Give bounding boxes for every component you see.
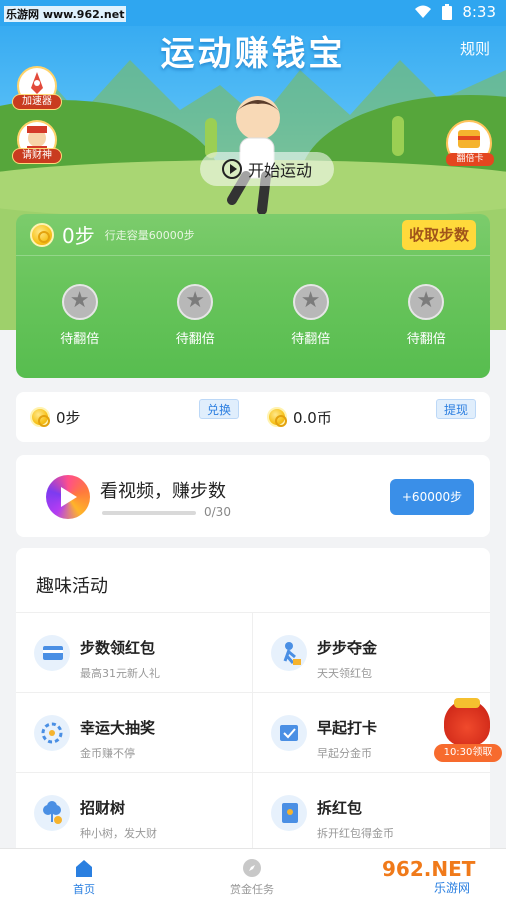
money-tree-icon bbox=[34, 795, 70, 831]
coin-icon bbox=[30, 222, 54, 247]
floating-red-packet[interactable]: 10:30领取 bbox=[434, 698, 502, 766]
tab-bounty-tasks[interactable]: 赏金任务 bbox=[168, 849, 336, 900]
activity-name: 步步夺金 bbox=[317, 639, 378, 657]
start-exercise-button[interactable]: 开始运动 bbox=[200, 152, 334, 186]
activity-sub: 种小树，发大财 bbox=[80, 827, 157, 840]
withdraw-button[interactable]: 提现 bbox=[435, 398, 476, 419]
bag-knot bbox=[454, 698, 480, 708]
app-title: 运动赚钱宝 bbox=[160, 34, 346, 74]
clock: 8:33 bbox=[462, 3, 496, 21]
activity-sub: 天天领红包 bbox=[317, 667, 372, 680]
fortune-god-badge[interactable]: 请财神 bbox=[12, 120, 62, 164]
red-packet-timer: 10:30领取 bbox=[434, 744, 502, 762]
activity-sub: 金币赚不停 bbox=[80, 747, 135, 760]
star-icon bbox=[177, 284, 214, 320]
watermark-text: 乐游网 www.962.net bbox=[4, 6, 127, 22]
star-icon bbox=[292, 284, 329, 320]
section-title: 趣味活动 bbox=[36, 576, 108, 597]
video-progress-bar bbox=[102, 511, 196, 515]
activity-sub: 最高31元新人礼 bbox=[80, 667, 160, 680]
status-bar: 乐游网 www.962.net 8:33 bbox=[0, 0, 506, 26]
battery-icon bbox=[442, 4, 453, 20]
video-title: 看视频，赚步数 bbox=[100, 481, 226, 502]
steps-panel: 0步 行走容量60000步 收取步数 待翻倍 待翻倍 待翻倍 待翻倍 bbox=[16, 214, 490, 378]
double-card-label: 翻倍卡 bbox=[446, 153, 494, 166]
step-balance-value: 0步 bbox=[56, 408, 81, 427]
currency-coin-icon bbox=[267, 407, 287, 427]
watch-video-card: 看视频，赚步数 0/30 +60000步 bbox=[16, 455, 490, 537]
tab-home-label: 首页 bbox=[73, 883, 95, 896]
star-icon bbox=[61, 284, 98, 320]
home-icon bbox=[76, 860, 92, 877]
open-packet-icon bbox=[271, 795, 307, 831]
fun-activities-card: 趣味活动 步数领红包 最高31元新人礼 步步夺金 天天领红包 幸运大抽奖 金币赚… bbox=[16, 548, 490, 868]
balance-bar: 0步 兑换 0.0币 提现 bbox=[16, 392, 490, 442]
double-slot[interactable]: 待翻倍 bbox=[150, 284, 240, 347]
video-reward-button[interactable]: +60000步 bbox=[390, 479, 474, 515]
double-slot[interactable]: 待翻倍 bbox=[266, 284, 356, 347]
double-slot-label: 待翻倍 bbox=[175, 332, 215, 347]
double-slot-label: 待翻倍 bbox=[60, 332, 100, 347]
fortune-god-label: 请财神 bbox=[12, 148, 62, 164]
tab-bounty-label: 赏金任务 bbox=[230, 883, 274, 896]
double-slot-label: 待翻倍 bbox=[406, 332, 446, 347]
activity-name: 早起打卡 bbox=[317, 719, 378, 737]
play-icon bbox=[221, 159, 242, 179]
activity-name: 步数领红包 bbox=[80, 639, 156, 657]
booster-label: 加速器 bbox=[12, 94, 62, 110]
tab-home[interactable]: 首页 bbox=[0, 849, 168, 900]
double-slot[interactable]: 待翻倍 bbox=[381, 284, 471, 347]
coin-balance-value: 0.0币 bbox=[293, 408, 332, 427]
step-balance: 0步 兑换 bbox=[16, 398, 253, 428]
coin-balance: 0.0币 提现 bbox=[253, 398, 490, 428]
activity-name: 招财树 bbox=[80, 799, 126, 817]
svg-text:962.NET: 962.NET bbox=[382, 857, 476, 881]
start-exercise-label: 开始运动 bbox=[247, 161, 312, 180]
check-in-icon bbox=[271, 715, 307, 751]
video-progress-text: 0/30 bbox=[204, 505, 231, 519]
collect-steps-button[interactable]: 收取步数 bbox=[402, 220, 476, 250]
brand-watermark-logo: 962.NET 乐游网 bbox=[374, 856, 498, 895]
activity-sub: 早起分金币 bbox=[317, 747, 372, 760]
svg-text:乐游网: 乐游网 bbox=[434, 881, 470, 895]
activity-name: 幸运大抽奖 bbox=[80, 719, 156, 737]
activity-name: 拆红包 bbox=[317, 799, 363, 817]
double-slot-label: 待翻倍 bbox=[291, 332, 331, 347]
double-card-icon bbox=[458, 130, 480, 148]
activity-sub: 拆开红包得金币 bbox=[317, 827, 394, 840]
double-slot[interactable]: 待翻倍 bbox=[35, 284, 125, 347]
activity-step-gold[interactable]: 步步夺金 天天领红包 bbox=[253, 613, 490, 692]
wifi-icon bbox=[415, 5, 432, 18]
runner-icon bbox=[271, 635, 307, 671]
activity-money-tree[interactable]: 招财树 种小树，发大财 bbox=[16, 773, 253, 852]
activity-step-red-packet[interactable]: 步数领红包 最高31元新人礼 bbox=[16, 613, 253, 692]
red-packet-icon bbox=[34, 635, 70, 671]
double-card-button[interactable]: 翻倍卡 bbox=[446, 120, 494, 166]
exchange-button[interactable]: 兑换 bbox=[198, 398, 239, 419]
video-play-icon bbox=[46, 475, 90, 519]
compass-icon bbox=[243, 859, 261, 877]
lucky-draw-icon bbox=[34, 715, 70, 751]
step-count: 0步 bbox=[62, 224, 95, 248]
activity-lucky-draw[interactable]: 幸运大抽奖 金币赚不停 bbox=[16, 693, 253, 772]
walk-capacity: 行走容量60000步 bbox=[104, 228, 195, 242]
coin-icon bbox=[30, 407, 50, 427]
activity-open-packet[interactable]: 拆红包 拆开红包得金币 bbox=[253, 773, 490, 852]
rules-link[interactable]: 规则 bbox=[460, 38, 490, 59]
booster-badge[interactable]: 加速器 bbox=[12, 66, 62, 110]
star-icon bbox=[408, 284, 445, 320]
